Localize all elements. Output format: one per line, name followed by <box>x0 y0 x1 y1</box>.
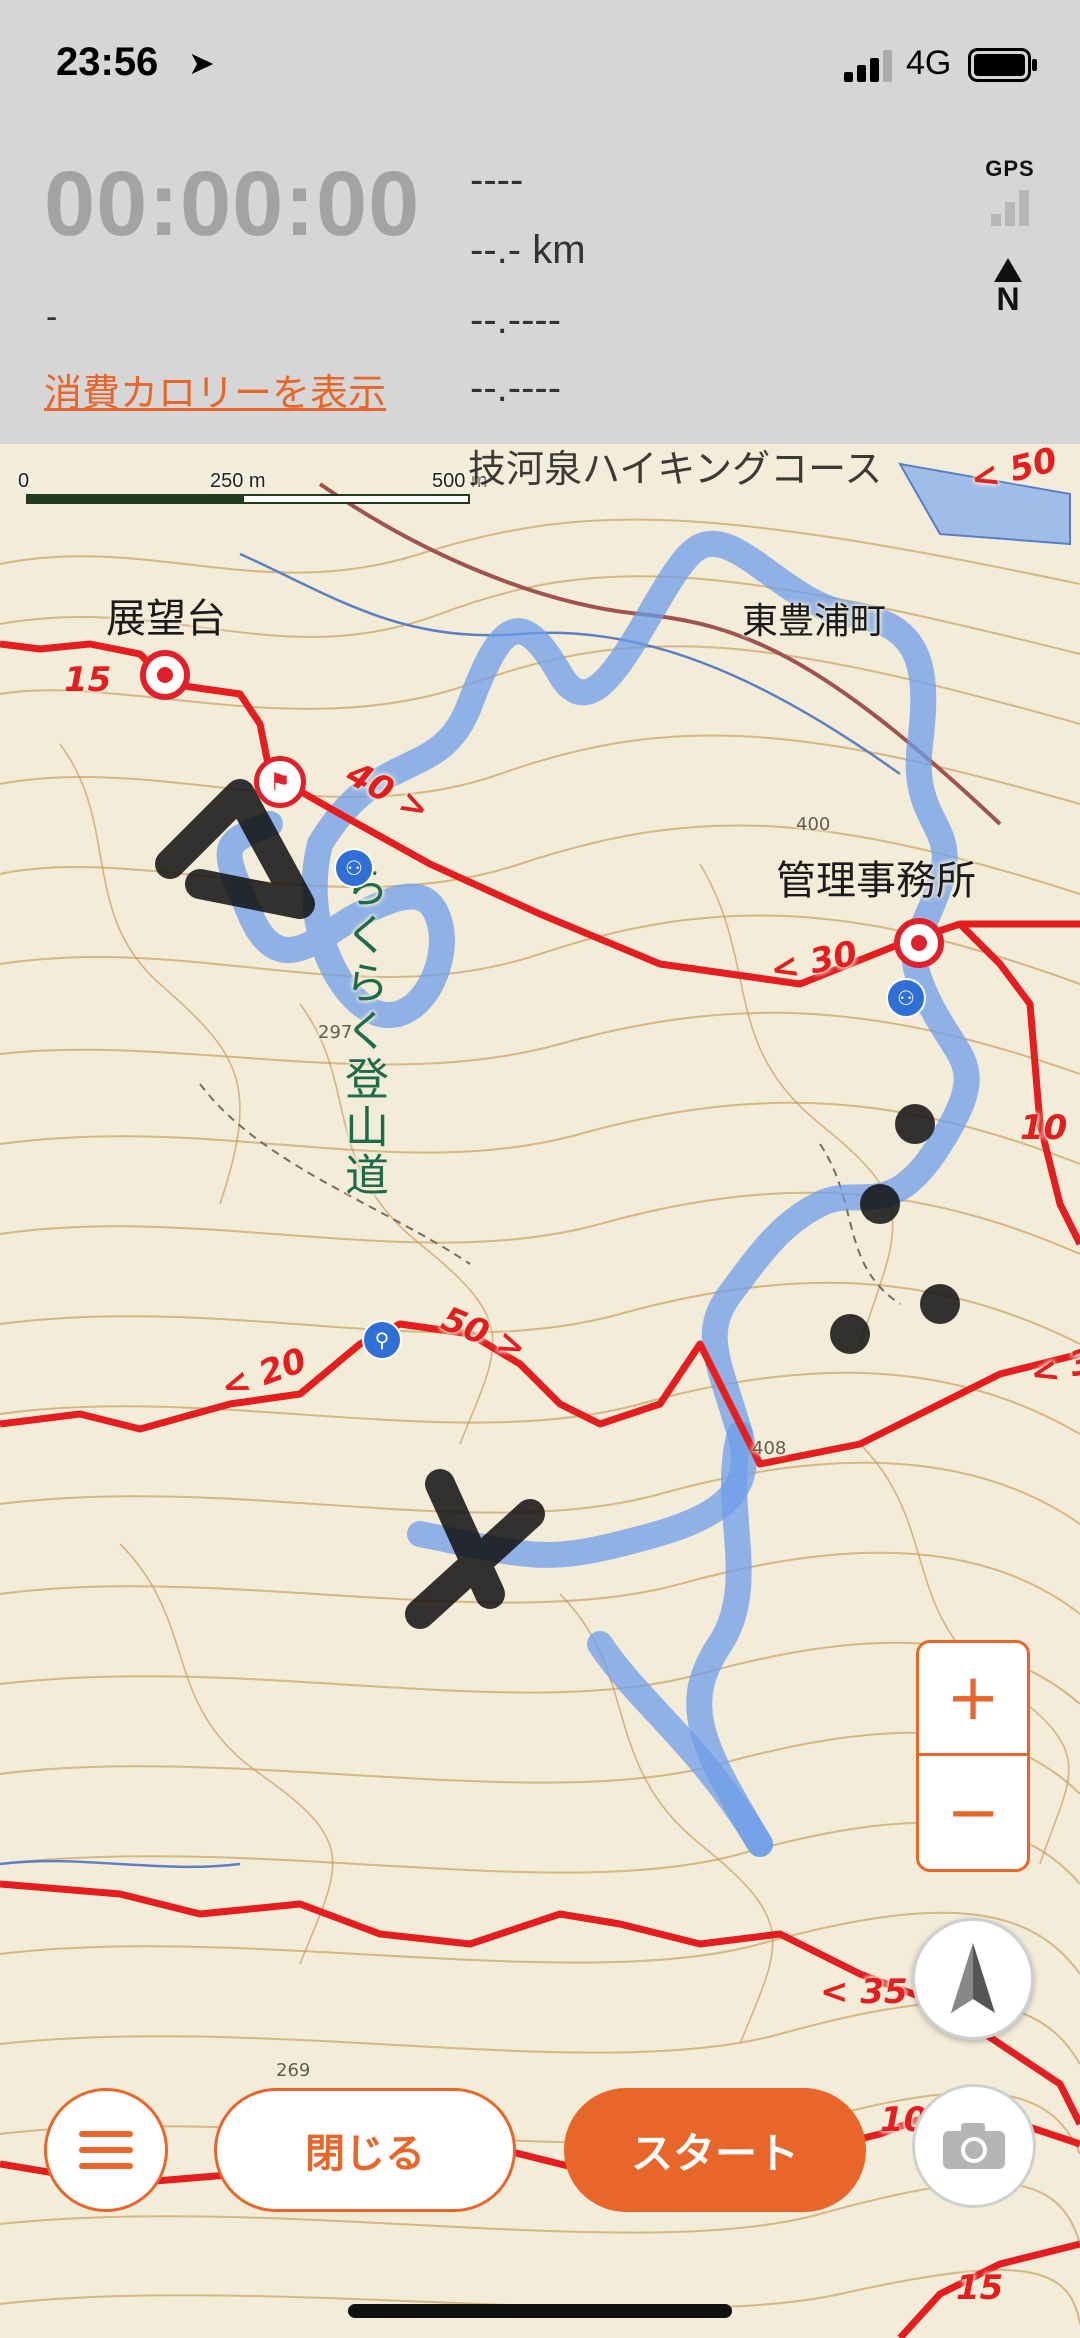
office-marker-icon[interactable] <box>894 918 944 968</box>
scale-label-mid: 250 m <box>210 470 266 492</box>
route-marker-10-right: 10 <box>1020 1108 1068 1148</box>
route-marker-15-top: 15 <box>64 660 112 700</box>
restroom-icon[interactable]: ⚇ <box>886 978 926 1018</box>
location-arrow-icon: ➤ <box>188 45 215 81</box>
stat-row: --.---- <box>470 366 562 410</box>
tracking-header: 23:56 ➤ 4G 00:00:00 - 消費カロリーを表示 ---- --.… <box>0 0 1080 444</box>
topographic-map <box>0 462 1080 2338</box>
distance-stat: --.- km <box>470 228 586 272</box>
restroom-icon[interactable]: ⚇ <box>334 848 374 888</box>
stat-row: ---- <box>470 158 524 202</box>
hiker-icon[interactable]: ⚲ <box>362 1320 402 1360</box>
cellular-signal-icon <box>844 50 892 82</box>
flag-marker-icon[interactable]: ⚑ <box>254 756 306 808</box>
status-bar: 23:56 ➤ 4G <box>0 0 1080 130</box>
gps-label: GPS <box>985 156 1035 181</box>
menu-button[interactable] <box>44 2088 168 2212</box>
battery-icon <box>968 48 1037 82</box>
secondary-stat: - <box>46 298 58 336</box>
zoom-control: + − <box>916 1640 1030 1872</box>
map-label-elevation-297: 297 <box>318 1022 353 1043</box>
gps-indicator: GPS <box>978 156 1042 226</box>
observation-deck-marker-icon[interactable] <box>140 650 190 700</box>
route-marker-35: < 35 <box>820 1972 908 2012</box>
map-label-elevation-400: 400 <box>796 814 831 835</box>
map-label-office: 管理事務所 <box>776 858 976 904</box>
network-type: 4G <box>906 44 952 82</box>
scale-bar: 0 250 m 500 m <box>18 470 488 510</box>
hamburger-menu-icon <box>79 2131 133 2137</box>
map-label-observation-deck: 展望台 <box>106 596 226 642</box>
scale-label-zero: 0 <box>18 470 30 492</box>
scale-bar-second-half <box>242 494 470 504</box>
close-button[interactable]: 閉じる <box>214 2088 516 2212</box>
zoom-in-button[interactable]: + <box>919 1643 1027 1756</box>
compass-arrow-icon <box>951 1943 995 2013</box>
route-marker-15-bottom: 15 <box>956 2268 1004 2308</box>
compass-button[interactable] <box>912 1918 1034 2040</box>
home-indicator[interactable] <box>348 2304 732 2318</box>
elapsed-timer: 00:00:00 <box>44 153 421 255</box>
map-label-course: 技河泉ハイキングコース <box>468 447 883 491</box>
north-indicator-icon[interactable]: N <box>988 258 1028 322</box>
map-label-elevation-269: 269 <box>276 2060 311 2081</box>
north-label: N <box>996 281 1020 317</box>
camera-icon <box>943 2123 1005 2169</box>
map-view[interactable]: 0 250 m 500 m 技河泉ハイキングコース 展望台 東豊浦町 管理事務所… <box>0 444 1080 2338</box>
zoom-out-button[interactable]: − <box>919 1756 1027 1869</box>
scale-bar-first-half <box>26 494 244 504</box>
map-label-town: 東豊浦町 <box>742 601 887 642</box>
stat-row: --.---- <box>470 298 562 342</box>
gps-signal-icon <box>978 186 1042 226</box>
map-label-elevation-408: 408 <box>752 1438 787 1459</box>
status-time: 23:56 <box>56 40 159 84</box>
map-label-trail: らくらく登山道 <box>337 864 388 1200</box>
show-calories-link[interactable]: 消費カロリーを表示 <box>44 362 386 417</box>
start-button[interactable]: スタート <box>564 2088 866 2212</box>
camera-button[interactable] <box>912 2084 1036 2208</box>
